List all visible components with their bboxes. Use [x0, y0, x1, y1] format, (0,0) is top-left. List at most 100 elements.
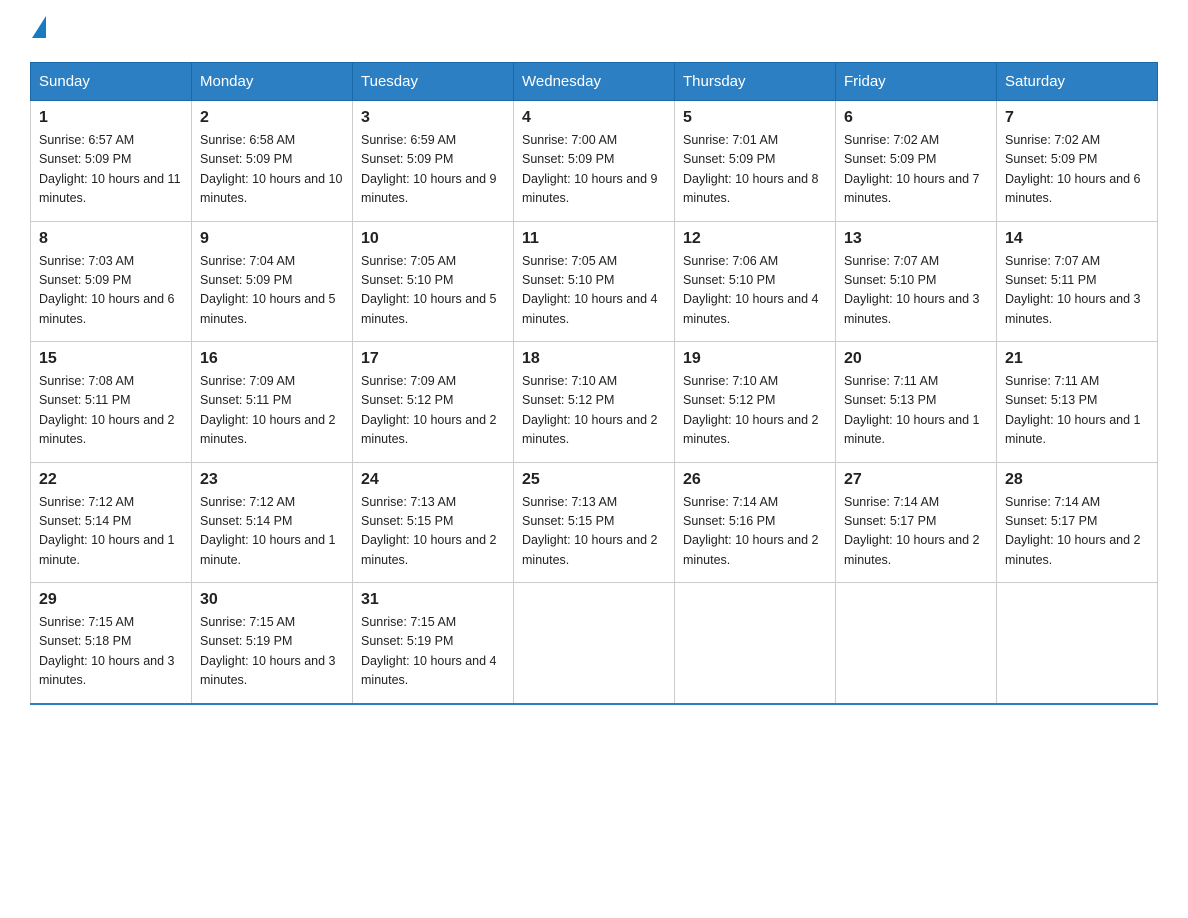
calendar-table: SundayMondayTuesdayWednesdayThursdayFrid… [30, 62, 1158, 705]
day-number: 9 [200, 230, 344, 248]
day-number: 15 [39, 350, 183, 368]
day-cell: 6 Sunrise: 7:02 AMSunset: 5:09 PMDaylight… [836, 101, 997, 222]
day-info: Sunrise: 7:03 AMSunset: 5:09 PMDaylight:… [39, 252, 183, 330]
day-info: Sunrise: 7:09 AMSunset: 5:11 PMDaylight:… [200, 372, 344, 450]
day-info: Sunrise: 7:09 AMSunset: 5:12 PMDaylight:… [361, 372, 505, 450]
col-header-monday: Monday [192, 63, 353, 101]
day-info: Sunrise: 7:14 AMSunset: 5:17 PMDaylight:… [844, 493, 988, 571]
header-row: SundayMondayTuesdayWednesdayThursdayFrid… [31, 63, 1158, 101]
day-number: 5 [683, 109, 827, 127]
logo-triangle-icon [32, 16, 46, 38]
day-info: Sunrise: 7:05 AMSunset: 5:10 PMDaylight:… [361, 252, 505, 330]
day-cell: 8 Sunrise: 7:03 AMSunset: 5:09 PMDaylight… [31, 221, 192, 342]
day-cell: 14 Sunrise: 7:07 AMSunset: 5:11 PMDayligh… [997, 221, 1158, 342]
day-number: 2 [200, 109, 344, 127]
day-number: 6 [844, 109, 988, 127]
day-cell [675, 583, 836, 704]
day-number: 16 [200, 350, 344, 368]
week-row-5: 29 Sunrise: 7:15 AMSunset: 5:18 PMDayligh… [31, 583, 1158, 704]
day-cell: 28Sunrise: 7:14 AMSunset: 5:17 PMDayligh… [997, 462, 1158, 583]
day-info: Sunrise: 7:10 AMSunset: 5:12 PMDaylight:… [522, 372, 666, 450]
day-cell: 24Sunrise: 7:13 AMSunset: 5:15 PMDayligh… [353, 462, 514, 583]
day-number: 19 [683, 350, 827, 368]
day-info: Sunrise: 7:07 AMSunset: 5:10 PMDaylight:… [844, 252, 988, 330]
day-cell: 20 Sunrise: 7:11 AMSunset: 5:13 PMDayligh… [836, 342, 997, 463]
day-number: 30 [200, 591, 344, 609]
day-info: Sunrise: 7:11 AMSunset: 5:13 PMDaylight:… [1005, 372, 1149, 450]
day-info: Sunrise: 7:01 AMSunset: 5:09 PMDaylight:… [683, 131, 827, 209]
day-number: 18 [522, 350, 666, 368]
day-number: 31 [361, 591, 505, 609]
day-number: 21 [1005, 350, 1149, 368]
day-cell: 5 Sunrise: 7:01 AMSunset: 5:09 PMDaylight… [675, 101, 836, 222]
day-number: 10 [361, 230, 505, 248]
day-info: Sunrise: 7:13 AMSunset: 5:15 PMDaylight:… [361, 493, 505, 571]
day-info: Sunrise: 7:15 AMSunset: 5:18 PMDaylight:… [39, 613, 183, 691]
page-header [30, 20, 1158, 42]
day-cell: 3Sunrise: 6:59 AMSunset: 5:09 PMDaylight… [353, 101, 514, 222]
day-cell: 21 Sunrise: 7:11 AMSunset: 5:13 PMDayligh… [997, 342, 1158, 463]
col-header-thursday: Thursday [675, 63, 836, 101]
day-cell: 1 Sunrise: 6:57 AMSunset: 5:09 PMDaylight… [31, 101, 192, 222]
day-number: 20 [844, 350, 988, 368]
day-cell: 11 Sunrise: 7:05 AMSunset: 5:10 PMDayligh… [514, 221, 675, 342]
day-info: Sunrise: 7:02 AMSunset: 5:09 PMDaylight:… [844, 131, 988, 209]
day-number: 8 [39, 230, 183, 248]
day-info: Sunrise: 7:10 AMSunset: 5:12 PMDaylight:… [683, 372, 827, 450]
day-cell: 9 Sunrise: 7:04 AMSunset: 5:09 PMDaylight… [192, 221, 353, 342]
day-number: 25 [522, 471, 666, 489]
col-header-wednesday: Wednesday [514, 63, 675, 101]
day-cell [997, 583, 1158, 704]
day-number: 14 [1005, 230, 1149, 248]
day-info: Sunrise: 7:12 AMSunset: 5:14 PMDaylight:… [39, 493, 183, 571]
day-cell: 26 Sunrise: 7:14 AMSunset: 5:16 PMDayligh… [675, 462, 836, 583]
day-info: Sunrise: 7:05 AMSunset: 5:10 PMDaylight:… [522, 252, 666, 330]
day-info: Sunrise: 7:15 AMSunset: 5:19 PMDaylight:… [361, 613, 505, 691]
day-info: Sunrise: 7:07 AMSunset: 5:11 PMDaylight:… [1005, 252, 1149, 330]
day-cell: 4 Sunrise: 7:00 AMSunset: 5:09 PMDaylight… [514, 101, 675, 222]
day-number: 4 [522, 109, 666, 127]
day-number: 29 [39, 591, 183, 609]
day-number: 3 [361, 109, 505, 127]
day-info: Sunrise: 6:57 AMSunset: 5:09 PMDaylight:… [39, 131, 183, 209]
day-cell: 16 Sunrise: 7:09 AMSunset: 5:11 PMDayligh… [192, 342, 353, 463]
day-number: 23 [200, 471, 344, 489]
day-cell: 10 Sunrise: 7:05 AMSunset: 5:10 PMDayligh… [353, 221, 514, 342]
day-info: Sunrise: 7:11 AMSunset: 5:13 PMDaylight:… [844, 372, 988, 450]
day-cell: 7 Sunrise: 7:02 AMSunset: 5:09 PMDaylight… [997, 101, 1158, 222]
day-number: 1 [39, 109, 183, 127]
day-number: 11 [522, 230, 666, 248]
day-info: Sunrise: 7:14 AMSunset: 5:16 PMDaylight:… [683, 493, 827, 571]
day-cell: 12Sunrise: 7:06 AMSunset: 5:10 PMDayligh… [675, 221, 836, 342]
col-header-sunday: Sunday [31, 63, 192, 101]
col-header-saturday: Saturday [997, 63, 1158, 101]
day-info: Sunrise: 7:04 AMSunset: 5:09 PMDaylight:… [200, 252, 344, 330]
week-row-2: 8 Sunrise: 7:03 AMSunset: 5:09 PMDaylight… [31, 221, 1158, 342]
day-cell: 13 Sunrise: 7:07 AMSunset: 5:10 PMDayligh… [836, 221, 997, 342]
day-info: Sunrise: 7:15 AMSunset: 5:19 PMDaylight:… [200, 613, 344, 691]
day-info: Sunrise: 6:58 AMSunset: 5:09 PMDaylight:… [200, 131, 344, 209]
day-number: 28 [1005, 471, 1149, 489]
day-info: Sunrise: 7:12 AMSunset: 5:14 PMDaylight:… [200, 493, 344, 571]
week-row-4: 22Sunrise: 7:12 AMSunset: 5:14 PMDayligh… [31, 462, 1158, 583]
week-row-3: 15 Sunrise: 7:08 AMSunset: 5:11 PMDayligh… [31, 342, 1158, 463]
day-info: Sunrise: 7:13 AMSunset: 5:15 PMDaylight:… [522, 493, 666, 571]
col-header-tuesday: Tuesday [353, 63, 514, 101]
day-cell: 15 Sunrise: 7:08 AMSunset: 5:11 PMDayligh… [31, 342, 192, 463]
day-info: Sunrise: 7:06 AMSunset: 5:10 PMDaylight:… [683, 252, 827, 330]
day-number: 7 [1005, 109, 1149, 127]
day-info: Sunrise: 7:08 AMSunset: 5:11 PMDaylight:… [39, 372, 183, 450]
day-cell: 19 Sunrise: 7:10 AMSunset: 5:12 PMDayligh… [675, 342, 836, 463]
day-cell: 23 Sunrise: 7:12 AMSunset: 5:14 PMDayligh… [192, 462, 353, 583]
day-info: Sunrise: 7:00 AMSunset: 5:09 PMDaylight:… [522, 131, 666, 209]
day-number: 13 [844, 230, 988, 248]
day-info: Sunrise: 7:02 AMSunset: 5:09 PMDaylight:… [1005, 131, 1149, 209]
week-row-1: 1 Sunrise: 6:57 AMSunset: 5:09 PMDaylight… [31, 101, 1158, 222]
day-cell: 25 Sunrise: 7:13 AMSunset: 5:15 PMDayligh… [514, 462, 675, 583]
day-number: 26 [683, 471, 827, 489]
day-cell: 22Sunrise: 7:12 AMSunset: 5:14 PMDayligh… [31, 462, 192, 583]
day-cell [836, 583, 997, 704]
day-cell: 30 Sunrise: 7:15 AMSunset: 5:19 PMDayligh… [192, 583, 353, 704]
col-header-friday: Friday [836, 63, 997, 101]
day-cell: 2 Sunrise: 6:58 AMSunset: 5:09 PMDaylight… [192, 101, 353, 222]
